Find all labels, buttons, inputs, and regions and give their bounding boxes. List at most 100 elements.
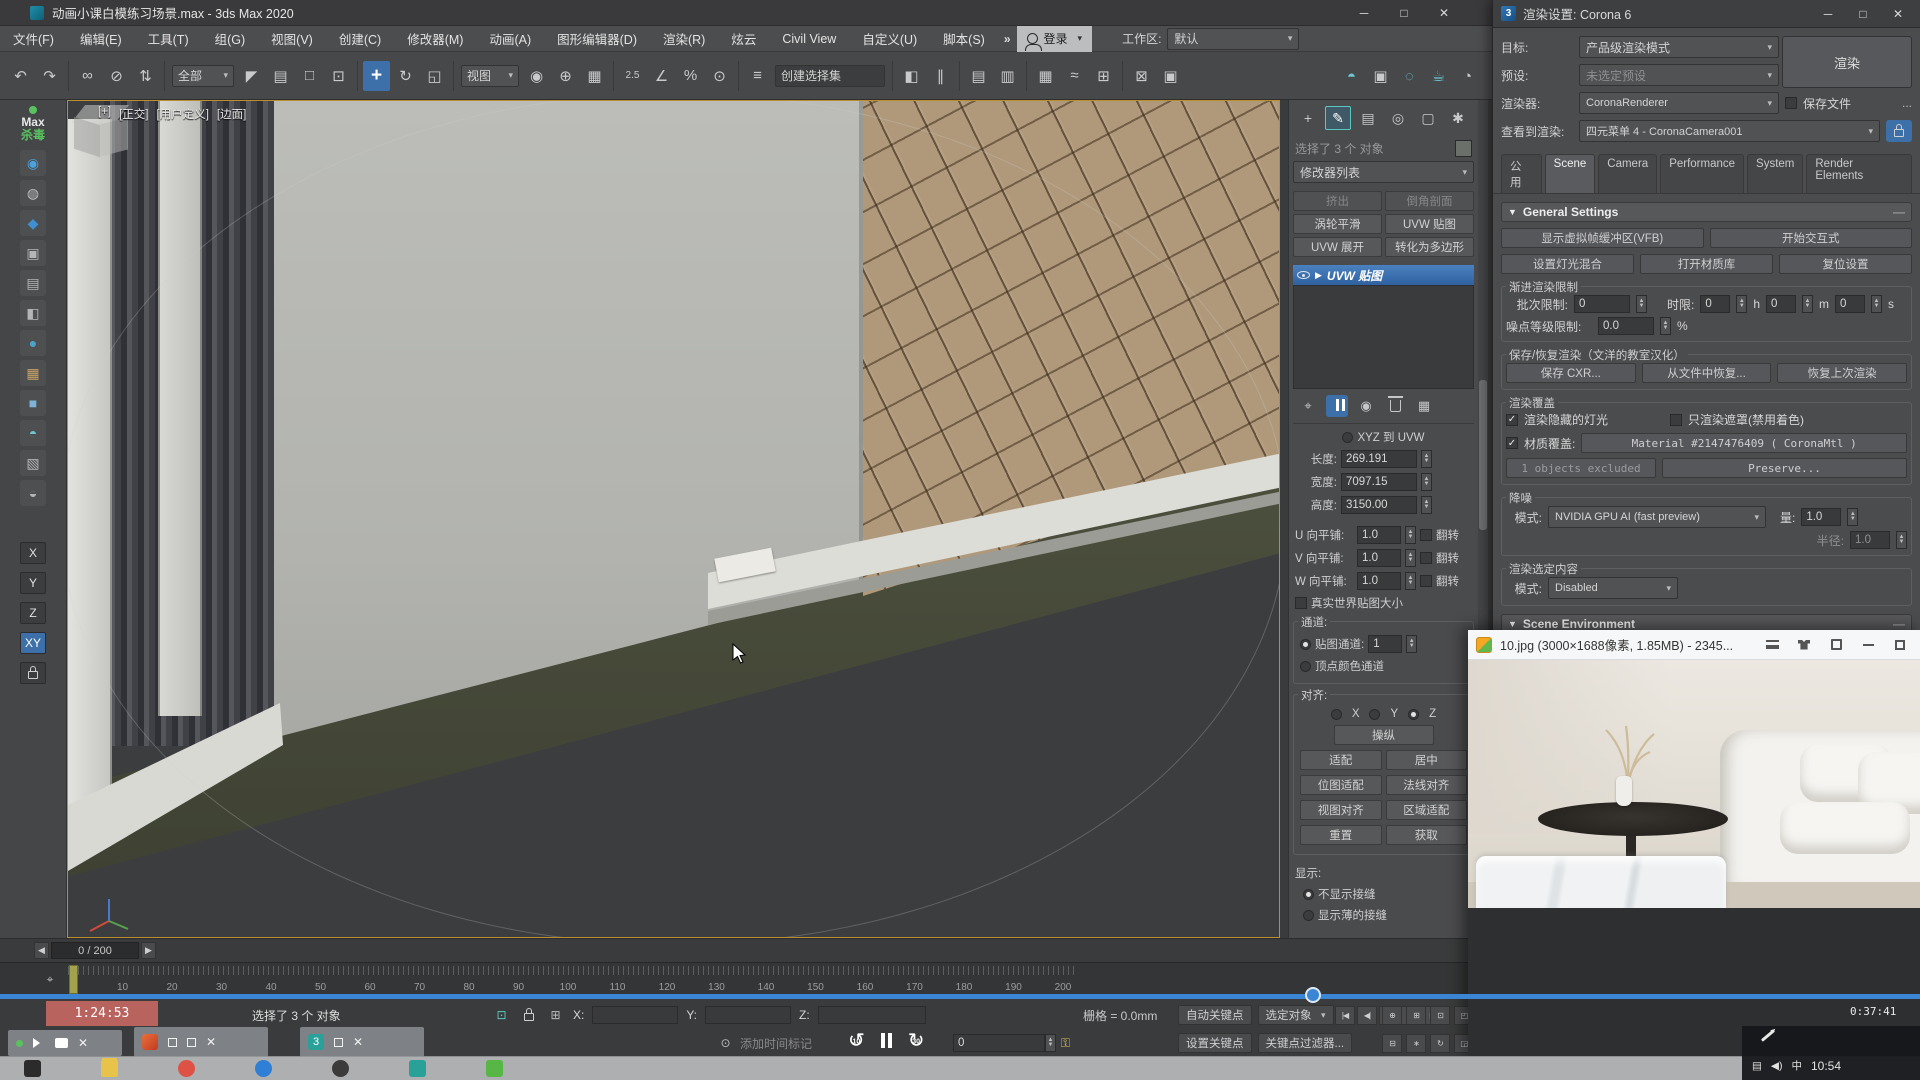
acquire-button[interactable]: 获取	[1386, 825, 1468, 845]
thin-seams-radio[interactable]	[1303, 910, 1314, 921]
configure-modifier-sets-icon[interactable]: ▦	[1413, 395, 1435, 417]
display-tab-icon[interactable]: ▢	[1415, 106, 1441, 130]
u-tile-spinner[interactable]: ▲▼	[1405, 526, 1416, 544]
viewer-titlebar[interactable]: 10.jpg (3000×1688像素, 1.85MB) - 2345...	[1468, 630, 1920, 660]
sphere-tool-icon[interactable]: ●	[20, 330, 46, 356]
zoom-extents-icon[interactable]: ⊡	[1430, 1006, 1450, 1025]
ime-indicator[interactable]: 中	[1792, 1058, 1803, 1073]
lock-view-button[interactable]	[1886, 120, 1912, 142]
time-m-field[interactable]: 0	[1766, 295, 1796, 313]
timeline-tick-120[interactable]: 120	[659, 982, 676, 993]
select-object-icon[interactable]: ◤	[238, 61, 265, 91]
motion-tab-icon[interactable]: ◎	[1385, 106, 1411, 130]
scene-cleanup-icon[interactable]: ▤	[20, 270, 46, 296]
close-icon[interactable]: ✕	[78, 1036, 88, 1050]
menu-item-创建(C)[interactable]: 创建(C)	[326, 26, 394, 51]
rectangular-selection-region-icon[interactable]: □	[296, 61, 323, 91]
w-flip-checkbox[interactable]	[1420, 575, 1432, 587]
rendered-frame-window-icon[interactable]: ▣	[1157, 61, 1184, 91]
brush-tool-icon[interactable]: ▧	[20, 450, 46, 476]
length-field[interactable]: 269.191	[1341, 450, 1417, 468]
select-and-manipulate-icon[interactable]: ⊕	[552, 61, 579, 91]
renderer-dropdown[interactable]: CoronaRenderer▾	[1579, 92, 1779, 114]
create-tab-icon[interactable]: +	[1295, 106, 1321, 130]
time-slider-playhead[interactable]	[69, 965, 78, 994]
menu-overflow-chevron[interactable]: »	[998, 32, 1017, 46]
render-hidden-lights-checkbox[interactable]: ✓	[1506, 414, 1518, 426]
select-and-scale-icon[interactable]: ◱	[421, 61, 448, 91]
axis-z-button[interactable]: Z	[20, 602, 46, 624]
window-crossing-toggle-icon[interactable]: ⊡	[325, 61, 352, 91]
zoom-all-icon[interactable]: ⊞	[1406, 1006, 1426, 1025]
bind-to-space-warp-icon[interactable]: ⇅	[132, 61, 159, 91]
pan-view-icon[interactable]: ∗	[1406, 1034, 1426, 1053]
remove-modifier-icon[interactable]	[1384, 395, 1406, 417]
time-h-spinner[interactable]: ▲▼	[1736, 295, 1747, 313]
denoise-mode-dropdown[interactable]: NVIDIA GPU AI (fast preview)▾	[1548, 506, 1766, 528]
show-vfb-button[interactable]: 显示虚拟帧缓冲区(VFB)	[1501, 228, 1704, 248]
menu-item-图形编辑器(D)[interactable]: 图形编辑器(D)	[544, 26, 650, 51]
restore-icon[interactable]	[168, 1038, 177, 1047]
timeline-tick-30[interactable]: 30	[216, 982, 227, 993]
u-flip-checkbox[interactable]	[1420, 529, 1432, 541]
real-world-checkbox[interactable]	[1295, 597, 1307, 609]
timeline-tick-110[interactable]: 110	[610, 982, 626, 993]
close-icon[interactable]: ✕	[353, 1035, 363, 1049]
reset-settings-button[interactable]: 复位设置	[1779, 254, 1912, 274]
render-production-icon[interactable]: ☕	[1425, 61, 1452, 91]
modifier-button-涡轮平滑[interactable]: 涡轮平滑	[1293, 214, 1382, 234]
modify-tab-icon[interactable]: ✎	[1325, 106, 1351, 130]
v-tile-spinner[interactable]: ▲▼	[1405, 549, 1416, 567]
maximize-icon[interactable]	[187, 1038, 196, 1047]
auto-key-button[interactable]: 自动关键点	[1178, 1005, 1252, 1025]
axis-y-button[interactable]: Y	[20, 572, 46, 594]
align-y-radio[interactable]	[1369, 709, 1380, 720]
maximize-icon[interactable]	[334, 1038, 343, 1047]
named-selection-set-field[interactable]: 创建选择集	[775, 65, 885, 87]
corona-tab-Camera[interactable]: Camera	[1598, 154, 1657, 193]
scrollbar-thumb[interactable]	[1479, 380, 1487, 530]
modifier-stack-list[interactable]	[1293, 285, 1474, 389]
prev-frame-button[interactable]: ◀	[34, 942, 49, 959]
timeline-tick-50[interactable]: 50	[315, 982, 326, 993]
fit-button[interactable]: 适配	[1300, 750, 1382, 770]
timeline-tick-200[interactable]: 200	[1055, 982, 1072, 993]
selection-filter-dropdown[interactable]: 全部▾	[172, 65, 234, 87]
use-pivot-point-icon[interactable]: ◉	[523, 61, 550, 91]
undo-icon[interactable]: ↶	[7, 61, 34, 91]
z-coord-field[interactable]	[818, 1006, 926, 1024]
length-spinner[interactable]: ▲▼	[1421, 450, 1432, 468]
add-time-tag-icon[interactable]: ⊙	[716, 1034, 735, 1053]
timeline-tick-170[interactable]: 170	[906, 982, 923, 993]
set-key-button[interactable]: 设置关键点	[1178, 1033, 1252, 1053]
make-unique-icon[interactable]: ◉	[1355, 395, 1377, 417]
select-and-move-icon[interactable]: +	[363, 61, 390, 91]
orbit-icon[interactable]: ↻	[1430, 1034, 1450, 1053]
selected-set-dropdown[interactable]: 选定对象▾	[1258, 1005, 1334, 1025]
windows-start-icon[interactable]	[24, 1060, 41, 1077]
time-tag-icon[interactable]: ⌖	[40, 969, 60, 989]
menu-item-修改器(M)[interactable]: 修改器(M)	[394, 26, 476, 51]
texture-tool-icon[interactable]: ▦	[20, 360, 46, 386]
center-button[interactable]: 居中	[1386, 750, 1468, 770]
current-frame-spinner[interactable]: ▲▼	[1045, 1034, 1056, 1052]
u-tile-field[interactable]: 1.0	[1357, 526, 1401, 544]
edit-named-selection-sets-icon[interactable]: ≡	[744, 61, 771, 91]
denoise-amount-spinner[interactable]: ▲▼	[1847, 508, 1858, 526]
select-and-link-icon[interactable]: ∞	[74, 61, 101, 91]
axis-xy-plane-button[interactable]: XY	[20, 632, 46, 654]
reset-button[interactable]: 重置	[1300, 825, 1382, 845]
ribbon-toggle-icon[interactable]: ▦	[1032, 61, 1059, 91]
pause-button[interactable]	[881, 1033, 892, 1048]
snaps-toggle-icon[interactable]: 2.5	[619, 61, 646, 91]
view-align-button[interactable]: 视图对齐	[1300, 800, 1382, 820]
menu-item-自定义(U)[interactable]: 自定义(U)	[849, 26, 930, 51]
viewer-theme-button[interactable]	[1792, 635, 1816, 655]
region-fit-button[interactable]: 区域适配	[1386, 800, 1468, 820]
protect-shield-icon[interactable]: ◆	[20, 210, 46, 236]
open-material-library-button[interactable]: 打开材质库	[1640, 254, 1773, 274]
plugin-box-icon[interactable]: ▣	[20, 240, 46, 266]
workspace-dropdown[interactable]: 默认 ▾	[1167, 28, 1299, 50]
align-icon[interactable]: ∥	[927, 61, 954, 91]
close-button[interactable]: ✕	[1424, 0, 1464, 25]
